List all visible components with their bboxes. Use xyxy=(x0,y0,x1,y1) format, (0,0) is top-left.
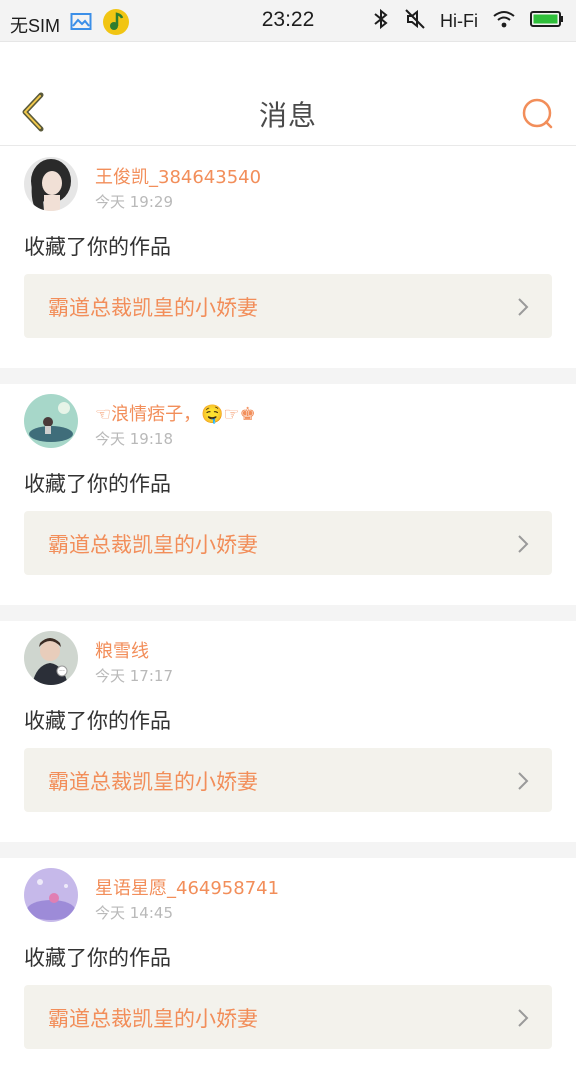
chevron-right-icon xyxy=(518,535,529,553)
action-text: 收藏了你的作品 xyxy=(24,472,171,496)
work-link[interactable]: 霸道总裁凯皇的小娇妻 xyxy=(24,985,552,1049)
work-title: 霸道总裁凯皇的小娇妻 xyxy=(48,296,258,320)
bluetooth-icon xyxy=(372,8,390,35)
work-link[interactable]: 霸道总裁凯皇的小娇妻 xyxy=(24,274,552,338)
message-time: 今天 19:29 xyxy=(95,193,173,211)
search-icon xyxy=(522,98,553,129)
chevron-right-icon xyxy=(518,1009,529,1027)
action-text: 收藏了你的作品 xyxy=(24,946,171,970)
avatar[interactable] xyxy=(24,394,78,448)
message-item: 王俊凯_384643540 今天 19:29 收藏了你的作品 霸道总裁凯皇的小娇… xyxy=(0,147,576,368)
message-list: 王俊凯_384643540 今天 19:29 收藏了你的作品 霸道总裁凯皇的小娇… xyxy=(0,147,576,1079)
mute-icon xyxy=(404,8,426,35)
message-time: 今天 14:45 xyxy=(95,904,173,922)
action-text: 收藏了你的作品 xyxy=(24,709,171,733)
message-item: 星语星愿_464958741 今天 14:45 收藏了你的作品 霸道总裁凯皇的小… xyxy=(0,858,576,1079)
work-title: 霸道总裁凯皇的小娇妻 xyxy=(48,770,258,794)
page-title: 消息 xyxy=(258,99,317,132)
divider xyxy=(0,605,576,621)
work-link[interactable]: 霸道总裁凯皇的小娇妻 xyxy=(24,748,552,812)
username[interactable]: 星语星愿_464958741 xyxy=(95,874,279,900)
status-right: Hi-Fi xyxy=(372,8,564,35)
divider xyxy=(0,368,576,384)
avatar[interactable] xyxy=(24,868,78,922)
message-item: ☜浪情痞子，🤤☞♚ 今天 19:18 收藏了你的作品 霸道总裁凯皇的小娇妻 xyxy=(0,384,576,605)
hifi-label: Hi-Fi xyxy=(440,11,478,31)
message-time: 今天 19:18 xyxy=(95,430,173,448)
battery-icon xyxy=(530,10,564,33)
search-button[interactable] xyxy=(516,92,560,136)
work-link[interactable]: 霸道总裁凯皇的小娇妻 xyxy=(24,511,552,575)
chevron-right-icon xyxy=(518,298,529,316)
work-title: 霸道总裁凯皇的小娇妻 xyxy=(48,1007,258,1031)
work-title: 霸道总裁凯皇的小娇妻 xyxy=(48,533,258,557)
message-item: ··· 粮雪线 今天 17:17 收藏了你的作品 霸道总裁凯皇的小娇妻 xyxy=(0,621,576,842)
chevron-right-icon xyxy=(518,772,529,790)
svg-text:···: ··· xyxy=(59,668,65,675)
avatar[interactable]: ··· xyxy=(24,631,78,685)
username[interactable]: ☜浪情痞子，🤤☞♚ xyxy=(95,400,256,426)
divider xyxy=(0,842,576,858)
header: 消息 xyxy=(0,42,576,146)
username[interactable]: 王俊凯_384643540 xyxy=(95,163,261,189)
message-time: 今天 17:17 xyxy=(95,667,173,685)
action-text: 收藏了你的作品 xyxy=(24,235,171,259)
wifi-icon xyxy=(492,9,516,34)
status-bar: 无SIM 23:22 Hi-Fi xyxy=(0,0,576,42)
username[interactable]: 粮雪线 xyxy=(95,637,149,663)
avatar[interactable] xyxy=(24,157,78,211)
